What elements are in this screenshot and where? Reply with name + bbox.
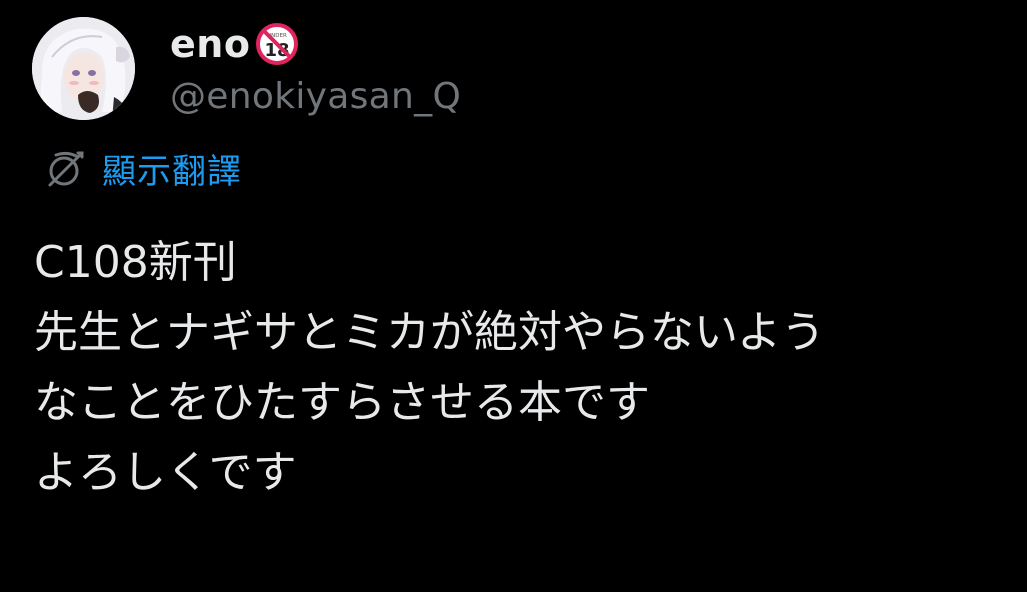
translate-globe-icon [42, 147, 92, 191]
avatar[interactable] [32, 17, 135, 120]
tweet-text: C108新刊 先生とナギサとミカが絶対やらないよう なことをひたすらさせる本です… [34, 228, 1024, 508]
display-name-text: eno [170, 22, 251, 66]
tweet: eno UNDER 18 @enokiyasan_Q 顯示翻譯 C108新刊 先… [0, 0, 1027, 592]
tweet-text-line: よろしくです [34, 447, 297, 498]
display-name[interactable]: eno UNDER 18 [170, 17, 300, 71]
tweet-text-line: C108新刊 [34, 237, 237, 288]
tweet-text-line: 先生とナギサとミカが絶対やらないよう [34, 307, 826, 358]
under18-icon: UNDER 18 [254, 21, 300, 67]
show-translation-label: 顯示翻譯 [102, 152, 242, 192]
avatar-image [32, 17, 135, 120]
show-translation-button[interactable]: 顯示翻譯 [42, 144, 242, 193]
author-handle[interactable]: @enokiyasan_Q [170, 76, 461, 117]
tweet-text-line: なことをひたすらさせる本です [34, 377, 650, 428]
